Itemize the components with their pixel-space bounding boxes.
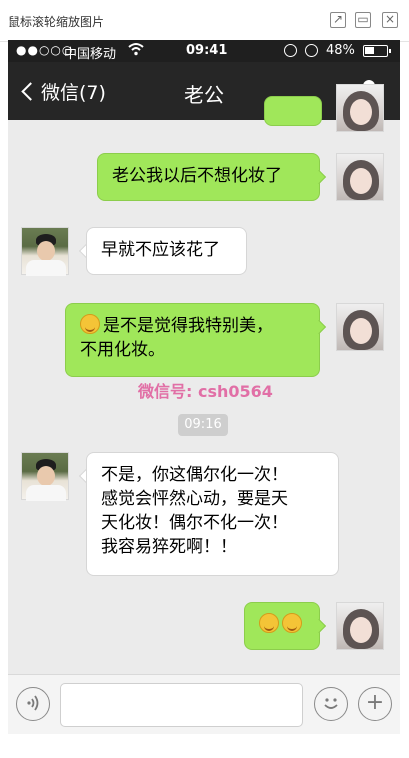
avatar[interactable] (21, 227, 69, 276)
avatar[interactable] (336, 303, 384, 351)
battery-percent: 48% (326, 43, 355, 58)
alarm-icon (305, 44, 318, 57)
blush-emoji-icon (80, 314, 100, 334)
message-bubble-sent[interactable]: 是不是觉得我特别美， 不用化妆。 (65, 303, 320, 377)
viewer-toolbar: 鼠标滚轮缩放图片 ↗ ▭ × (0, 0, 409, 42)
message-timestamp: 09:16 (178, 414, 228, 436)
watermark-text: 微信号: csh0564 (138, 382, 273, 401)
message-bubble-received[interactable]: 早就不应该花了 (86, 227, 247, 275)
smiley-icon (324, 698, 338, 709)
blush-emoji-icon (259, 613, 279, 633)
phone-screenshot: ●●○○○ 中国移动 09:41 48% 微信(7) 老公 老公我以后不想化妆了 (8, 40, 400, 734)
carrier-name: 中国移动 (64, 47, 117, 62)
status-time: 09:41 (186, 43, 228, 58)
viewer-bottom (0, 734, 409, 758)
input-bar: + (8, 674, 400, 734)
emoji-icon[interactable] (314, 687, 348, 721)
message-list[interactable]: 老公我以后不想化妆了 早就不应该花了 是不是觉得我特别美， 不用化妆。 微信号:… (8, 84, 400, 674)
avatar[interactable] (336, 602, 384, 650)
rotation-lock-icon (284, 44, 297, 57)
battery-icon (363, 45, 391, 57)
message-bubble-sent[interactable] (244, 602, 320, 650)
avatar[interactable] (336, 153, 384, 201)
message-bubble-received[interactable]: 不是，你这偶尔化一次！ 感觉会怦然心动，要是天 天化妆！偶尔不化一次！ 我容易猝… (86, 452, 339, 576)
message-bubble-sent[interactable]: 老公我以后不想化妆了 (97, 153, 320, 201)
message-text: 是不是觉得我特别美， 不用化妆。 (80, 316, 273, 360)
voice-icon[interactable] (16, 687, 50, 721)
avatar[interactable] (21, 452, 69, 501)
wifi-icon (128, 43, 144, 56)
avatar[interactable] (336, 84, 384, 132)
viewer-title: 鼠标滚轮缩放图片 (8, 15, 105, 29)
plus-icon[interactable]: + (358, 687, 392, 721)
message-input[interactable] (60, 683, 303, 727)
open-external-icon[interactable]: ↗ (330, 12, 346, 28)
message-bubble-partial[interactable] (264, 96, 322, 126)
status-bar: ●●○○○ 中国移动 09:41 48% (8, 40, 400, 62)
close-icon[interactable]: × (382, 12, 398, 28)
blush-emoji-icon (282, 613, 302, 633)
voice-waves-icon (27, 695, 39, 711)
maximize-icon[interactable]: ▭ (355, 12, 371, 28)
